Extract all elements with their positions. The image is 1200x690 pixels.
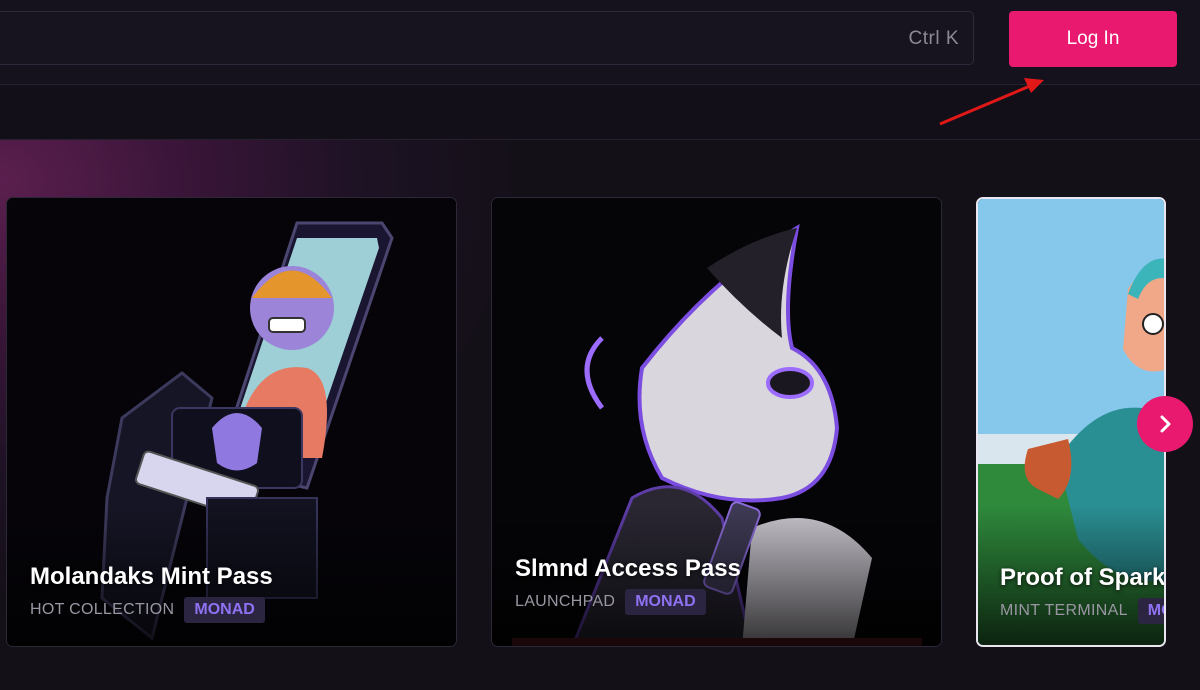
chain-badge: MONAD bbox=[625, 589, 706, 615]
search-shortcut-hint: Ctrl K bbox=[908, 28, 959, 49]
card-category: LAUNCHPAD bbox=[515, 593, 616, 610]
card-title: Molandaks Mint Pass bbox=[30, 563, 273, 590]
card-meta: HOT COLLECTION MONAD bbox=[30, 597, 265, 623]
login-button[interactable]: Log In bbox=[1009, 11, 1177, 67]
chain-badge: MONAD bbox=[1137, 598, 1164, 624]
collection-card[interactable]: Slmnd Access Pass LAUNCHPAD MONAD bbox=[491, 197, 942, 647]
card-category: MINT TERMINAL bbox=[1000, 602, 1128, 619]
top-bar: Ctrl K Log In bbox=[0, 0, 1200, 84]
search-input[interactable] bbox=[15, 12, 859, 66]
card-title: Proof of Spark bbox=[1000, 564, 1166, 591]
card-category: HOT COLLECTION bbox=[30, 601, 175, 618]
card-meta: MINT TERMINAL MONAD bbox=[1000, 598, 1164, 624]
sub-navigation-bar bbox=[0, 84, 1200, 140]
chevron-right-icon bbox=[1160, 415, 1171, 433]
collection-card[interactable]: Molandaks Mint Pass HOT COLLECTION MONAD bbox=[6, 197, 457, 647]
search-bar[interactable]: Ctrl K bbox=[0, 11, 974, 66]
carousel-next-button[interactable] bbox=[1137, 396, 1193, 452]
card-meta: LAUNCHPAD MONAD bbox=[515, 589, 706, 615]
chain-badge: MONAD bbox=[184, 597, 265, 623]
card-title: Slmnd Access Pass bbox=[515, 555, 741, 582]
